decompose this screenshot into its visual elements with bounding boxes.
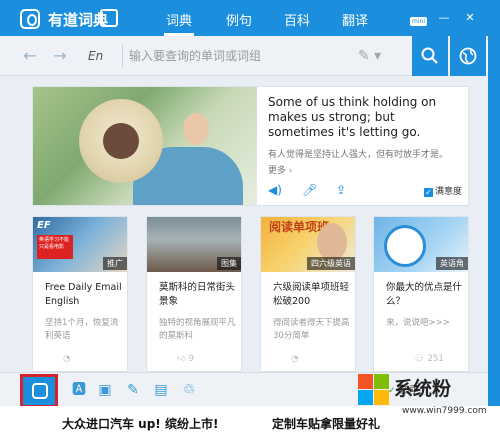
speaker-icon[interactable]: ◀) [268, 183, 282, 197]
search-button[interactable] [412, 36, 448, 76]
daily-quote-card[interactable]: Some of us think holding on makes us str… [32, 86, 469, 206]
daily-quote-text: Some of us think holding on makes us str… [268, 95, 437, 139]
card-title: 六级阅读单项班轻松破200 [273, 282, 350, 307]
handwriting-pen-icon[interactable]: ✎ ▾ [358, 47, 388, 65]
wordbook-icon[interactable]: ▤ [152, 381, 170, 399]
close-button[interactable]: ✕ [464, 12, 476, 24]
watermark-url: www.win7999.com [402, 406, 487, 416]
mini-mode-button[interactable]: mini [410, 17, 427, 26]
recycle-icon[interactable]: ♲ [180, 381, 198, 399]
thumbs-up-icon: 👍︎ [177, 354, 186, 364]
title-bar: 有道词典 词典 例句 百科 翻译 mini — ✕ [0, 0, 500, 36]
daily-quote-photo [33, 87, 257, 205]
chevron-right-icon: › [288, 166, 293, 176]
online-translate-button[interactable] [450, 36, 486, 76]
card-image: 阅读单项班 四六级英语 [261, 217, 355, 272]
globe-icon [459, 47, 477, 65]
minimize-button[interactable]: — [438, 12, 450, 24]
card-comments: 💬︎ 251 [414, 354, 444, 364]
content-card[interactable]: EF 英语学习不能只是看电影 推广 Free Daily Email Engli… [32, 216, 128, 372]
ad-text-car[interactable]: 大众进口汽车 up! 缤纷上市! [62, 415, 218, 432]
card-description: 得阅读者得天下提高30分简单 [273, 318, 350, 341]
share-icon[interactable]: ⇪ [334, 183, 348, 197]
card-tag: 图集 [217, 257, 241, 270]
site-watermark: 系统粉 www.win7999.com [358, 374, 500, 443]
tab-dictionary[interactable]: 词典 [164, 10, 194, 36]
checkbox-checked-icon: ✓ [424, 188, 433, 197]
tab-examples[interactable]: 例句 [224, 10, 254, 36]
comment-icon: 💬︎ [414, 354, 425, 364]
card-image: EF 英语学习不能只是看电影 推广 [33, 217, 127, 272]
daily-quote-translation: 有人觉得是坚持让人强大，但有时放手才是。 [268, 150, 449, 160]
card-tag: 推广 [103, 257, 127, 270]
satisfaction-label: 满意度 [435, 187, 463, 197]
card-image: 英语角 [374, 217, 468, 272]
card-tag: 英语角 [436, 257, 468, 270]
text-translate-icon[interactable]: 🅰︎ [70, 381, 88, 399]
youdao-dictionary-window: 有道词典 词典 例句 百科 翻译 mini — ✕ ← → En ✎ ▾ [0, 0, 500, 443]
card-comments-count: 251 [427, 354, 444, 364]
search-icon [421, 47, 438, 64]
forward-arrow-icon[interactable]: → [50, 46, 70, 66]
edit-icon[interactable]: ✎ [124, 381, 142, 399]
watermark-title: 系统粉 [394, 378, 452, 400]
satisfaction-checkbox[interactable]: ✓ 满意度 [424, 184, 462, 197]
language-selector[interactable]: En [88, 46, 110, 66]
youdao-logo-icon [32, 383, 48, 399]
card-title: 你最大的优点是什么？ [386, 282, 463, 307]
youdao-logo-icon [20, 9, 40, 29]
card-likes: 👍︎ 9 [177, 354, 194, 364]
card-title: Free Daily Email English [45, 282, 122, 307]
back-arrow-icon[interactable]: ← [20, 46, 40, 66]
app-title: 有道词典 [48, 11, 109, 29]
card-image-caption: 英语学习不能只是看电影 [37, 235, 73, 259]
card-description: 坚持1个月，恢复流利英语 [45, 318, 119, 341]
more-label: 更多 [268, 166, 287, 176]
more-link[interactable]: 更多 › [268, 163, 293, 176]
card-description: 来，说说吧>>> [386, 318, 450, 328]
card-likes-count: 9 [188, 354, 195, 364]
card-title: 莫斯科的日常街头景象 [159, 282, 236, 307]
microphone-icon[interactable]: 🎤︎ [302, 183, 317, 197]
user-avatar-icon[interactable] [100, 9, 118, 27]
image-icon[interactable]: ▣ [96, 381, 114, 399]
windows-logo-icon [358, 374, 390, 406]
card-link-icon: ◔ [63, 354, 71, 364]
search-input[interactable] [122, 44, 396, 68]
card-image: 图集 [147, 217, 241, 272]
content-card[interactable]: 阅读单项班 四六级英语 六级阅读单项班轻松破200 得阅读者得天下提高30分简单… [260, 216, 356, 372]
card-description: 独特的视角展现平凡的莫斯科 [159, 318, 236, 341]
daily-quote-actions: ◀) 🎤︎ ⇪ ✓ 满意度 [268, 183, 468, 201]
tab-encyclopedia[interactable]: 百科 [282, 10, 312, 36]
card-tag: 四六级英语 [307, 257, 355, 270]
card-image-brand: EF [37, 220, 51, 231]
content-card[interactable]: 图集 莫斯科的日常街头景象 独特的视角展现平凡的莫斯科 👍︎ 9 [146, 216, 242, 372]
tab-translate[interactable]: 翻译 [340, 10, 370, 36]
youdao-home-button[interactable] [20, 374, 58, 408]
card-link-icon: ◔ [291, 354, 299, 364]
content-card[interactable]: 英语角 你最大的优点是什么？ 来，说说吧>>> 💬︎ 251 [373, 216, 469, 372]
